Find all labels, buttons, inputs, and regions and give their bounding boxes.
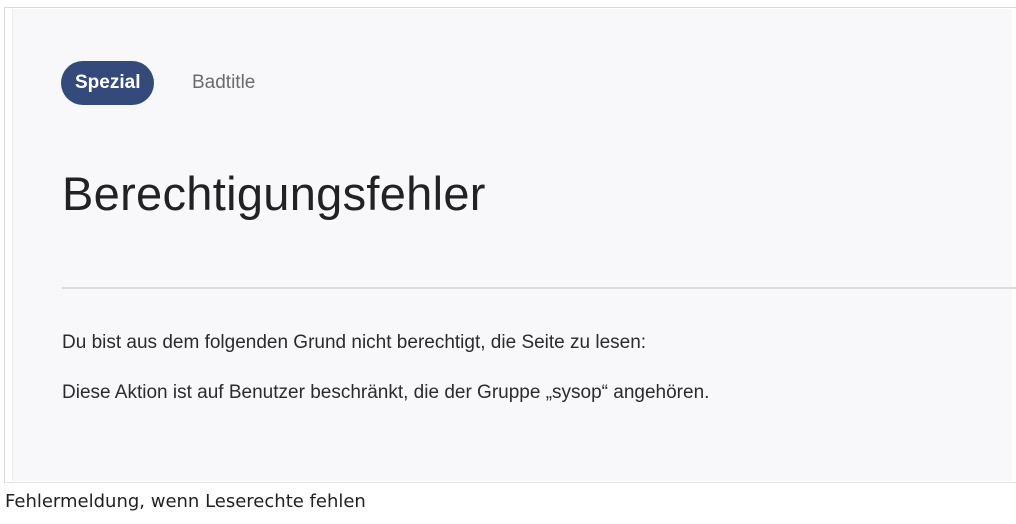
image-caption: Fehlermeldung, wenn Leserechte fehlen xyxy=(5,491,366,512)
breadcrumb: Badtitle xyxy=(192,72,256,93)
title-divider xyxy=(62,287,1016,289)
namespace-badge: Spezial xyxy=(61,61,155,105)
content-panel xyxy=(12,9,1012,481)
error-message-detail: Diese Aktion ist auf Benutzer beschränkt… xyxy=(62,382,710,403)
page-title: Berechtigungsfehler xyxy=(62,167,486,220)
error-message-reason: Du bist aus dem folgenden Grund nicht be… xyxy=(62,332,647,353)
